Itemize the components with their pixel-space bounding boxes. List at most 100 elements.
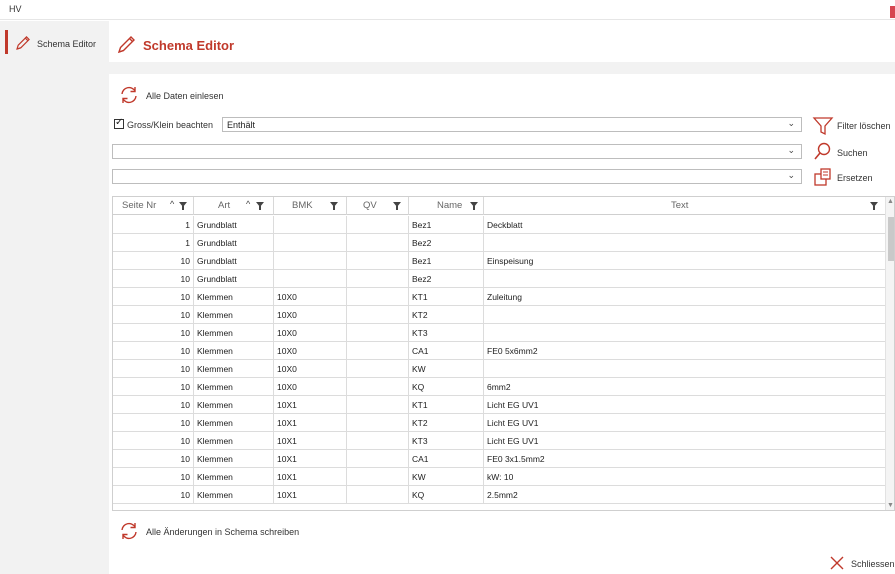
cell-name[interactable]: KT3 xyxy=(409,432,484,450)
cell-name[interactable]: KQ xyxy=(409,486,484,504)
cell-text[interactable]: 2.5mm2 xyxy=(484,486,885,504)
column-header-qv[interactable]: QV xyxy=(347,197,409,215)
cell-seite-nr[interactable]: 10 xyxy=(113,486,194,504)
cell-text[interactable]: FE0 5x6mm2 xyxy=(484,342,885,360)
cell-name[interactable]: CA1 xyxy=(409,342,484,360)
cell-seite-nr[interactable]: 10 xyxy=(113,252,194,270)
scroll-up-icon[interactable]: ▲ xyxy=(887,198,894,205)
cell-name[interactable]: Bez1 xyxy=(409,216,484,234)
table-row[interactable]: 10 Klemmen 10X1 KW kW: 10 xyxy=(113,468,885,486)
cell-name[interactable]: CA1 xyxy=(409,450,484,468)
column-filter-icon[interactable] xyxy=(870,202,878,210)
table-row[interactable]: 10 Klemmen 10X0 KT2 xyxy=(113,306,885,324)
cell-seite-nr[interactable]: 10 xyxy=(113,288,194,306)
cell-bmk[interactable]: 10X0 xyxy=(274,324,347,342)
cell-art[interactable]: Klemmen xyxy=(194,306,274,324)
cell-qv[interactable] xyxy=(347,360,409,378)
cell-seite-nr[interactable]: 10 xyxy=(113,468,194,486)
column-filter-icon[interactable] xyxy=(330,202,338,210)
cell-name[interactable]: KQ xyxy=(409,378,484,396)
cell-seite-nr[interactable]: 10 xyxy=(113,270,194,288)
table-row[interactable]: 10 Klemmen 10X1 KQ 2.5mm2 xyxy=(113,486,885,504)
table-row[interactable]: 10 Klemmen 10X0 KW xyxy=(113,360,885,378)
column-header-art[interactable]: Art ^ xyxy=(194,197,274,215)
column-filter-icon[interactable] xyxy=(393,202,401,210)
cell-bmk[interactable]: 10X1 xyxy=(274,450,347,468)
cell-name[interactable]: KW xyxy=(409,360,484,378)
column-header-name[interactable]: Name xyxy=(409,197,484,215)
sort-asc-icon[interactable]: ^ xyxy=(246,199,250,209)
cell-qv[interactable] xyxy=(347,414,409,432)
cell-text[interactable]: FE0 3x1.5mm2 xyxy=(484,450,885,468)
cell-bmk[interactable]: 10X1 xyxy=(274,468,347,486)
sort-asc-icon[interactable]: ^ xyxy=(170,199,174,209)
cell-qv[interactable] xyxy=(347,450,409,468)
cell-qv[interactable] xyxy=(347,486,409,504)
cell-seite-nr[interactable]: 10 xyxy=(113,360,194,378)
cell-qv[interactable] xyxy=(347,288,409,306)
cell-name[interactable]: Bez2 xyxy=(409,234,484,252)
cell-seite-nr[interactable]: 1 xyxy=(113,234,194,252)
cell-text[interactable]: Licht EG UV1 xyxy=(484,396,885,414)
cell-qv[interactable] xyxy=(347,234,409,252)
cell-text[interactable]: kW: 10 xyxy=(484,468,885,486)
cell-art[interactable]: Grundblatt xyxy=(194,252,274,270)
cell-text[interactable]: 6mm2 xyxy=(484,378,885,396)
replace-input[interactable]: ⌄ xyxy=(112,169,802,184)
cell-seite-nr[interactable]: 10 xyxy=(113,324,194,342)
cell-qv[interactable] xyxy=(347,216,409,234)
cell-bmk[interactable]: 10X0 xyxy=(274,306,347,324)
column-filter-icon[interactable] xyxy=(470,202,478,210)
cell-art[interactable]: Klemmen xyxy=(194,342,274,360)
column-filter-icon[interactable] xyxy=(256,202,264,210)
cell-art[interactable]: Klemmen xyxy=(194,288,274,306)
table-row[interactable]: 1 Grundblatt Bez1 Deckblatt xyxy=(113,216,885,234)
case-sensitive-checkbox[interactable]: ✓ xyxy=(114,117,124,129)
table-row[interactable]: 10 Grundblatt Bez2 xyxy=(113,270,885,288)
cell-art[interactable]: Klemmen xyxy=(194,450,274,468)
cell-text[interactable]: Einspeisung xyxy=(484,252,885,270)
cell-seite-nr[interactable]: 10 xyxy=(113,414,194,432)
cell-art[interactable]: Klemmen xyxy=(194,360,274,378)
cell-name[interactable]: Bez1 xyxy=(409,252,484,270)
cell-text[interactable]: Deckblatt xyxy=(484,216,885,234)
cell-bmk[interactable]: 10X1 xyxy=(274,396,347,414)
vertical-scrollbar[interactable]: ▲ ▼ xyxy=(885,197,894,510)
cell-bmk[interactable]: 10X0 xyxy=(274,342,347,360)
column-header-bmk[interactable]: BMK xyxy=(274,197,347,215)
cell-qv[interactable] xyxy=(347,270,409,288)
cell-seite-nr[interactable]: 10 xyxy=(113,396,194,414)
cell-text[interactable] xyxy=(484,324,885,342)
cell-seite-nr[interactable]: 10 xyxy=(113,450,194,468)
cell-bmk[interactable]: 10X1 xyxy=(274,432,347,450)
cell-qv[interactable] xyxy=(347,468,409,486)
cell-art[interactable]: Klemmen xyxy=(194,432,274,450)
cell-name[interactable]: KT2 xyxy=(409,414,484,432)
cell-text[interactable] xyxy=(484,306,885,324)
column-header-text[interactable]: Text xyxy=(484,197,885,215)
cell-art[interactable]: Grundblatt xyxy=(194,270,274,288)
table-row[interactable]: 10 Klemmen 10X1 KT3 Licht EG UV1 xyxy=(113,432,885,450)
cell-art[interactable]: Klemmen xyxy=(194,414,274,432)
cell-art[interactable]: Grundblatt xyxy=(194,234,274,252)
table-row[interactable]: 10 Klemmen 10X0 KT3 xyxy=(113,324,885,342)
cell-qv[interactable] xyxy=(347,324,409,342)
cell-name[interactable]: KT1 xyxy=(409,288,484,306)
cell-seite-nr[interactable]: 10 xyxy=(113,432,194,450)
cell-bmk[interactable]: 10X0 xyxy=(274,360,347,378)
cell-bmk[interactable] xyxy=(274,252,347,270)
cell-text[interactable] xyxy=(484,360,885,378)
cell-art[interactable]: Grundblatt xyxy=(194,216,274,234)
cell-seite-nr[interactable]: 10 xyxy=(113,378,194,396)
cell-text[interactable] xyxy=(484,234,885,252)
table-row[interactable]: 10 Grundblatt Bez1 Einspeisung xyxy=(113,252,885,270)
cell-bmk[interactable]: 10X0 xyxy=(274,378,347,396)
sidebar-item-schema-editor[interactable]: Schema Editor xyxy=(0,27,109,57)
cell-art[interactable]: Klemmen xyxy=(194,396,274,414)
table-row[interactable]: 10 Klemmen 10X1 KT1 Licht EG UV1 xyxy=(113,396,885,414)
column-header-seite-nr[interactable]: Seite Nr ^ xyxy=(113,197,194,215)
cell-text[interactable]: Zuleitung xyxy=(484,288,885,306)
column-filter-icon[interactable] xyxy=(179,202,187,210)
scrollbar-thumb[interactable] xyxy=(888,217,894,261)
scroll-down-icon[interactable]: ▼ xyxy=(887,502,894,509)
